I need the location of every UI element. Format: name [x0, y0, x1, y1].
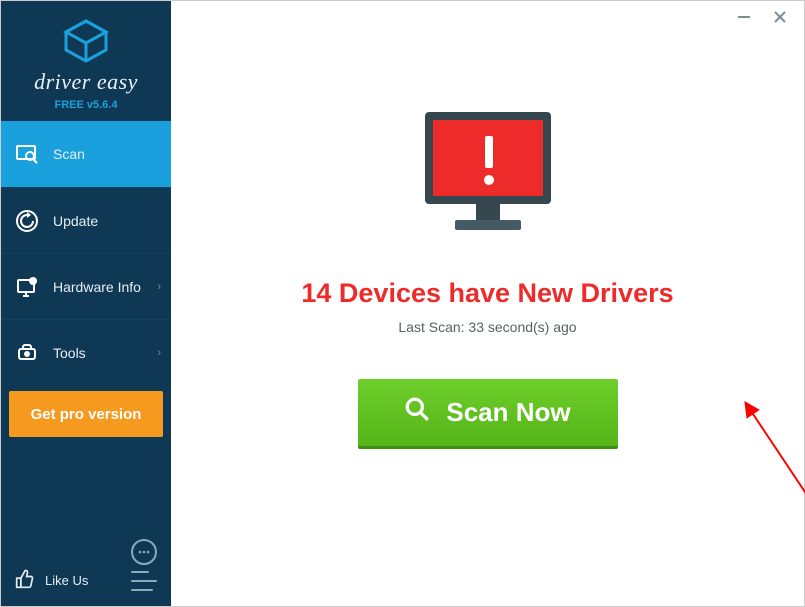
sidebar-nav: Scan Update — [1, 121, 171, 385]
chevron-right-icon: › — [157, 281, 161, 293]
sidebar-item-label: Scan — [53, 146, 85, 162]
alert-monitor-icon — [413, 106, 563, 246]
sidebar-item-scan[interactable]: Scan — [1, 121, 171, 187]
brand-logo-icon — [7, 19, 165, 63]
hardware-icon: i — [15, 275, 39, 299]
update-icon — [15, 209, 39, 233]
titlebar — [734, 1, 804, 35]
like-us-label: Like Us — [45, 573, 88, 588]
feedback-icon[interactable] — [131, 539, 157, 565]
thumbs-up-icon — [15, 569, 35, 592]
sidebar-item-tools[interactable]: Tools › — [1, 319, 171, 385]
sidebar-item-label: Hardware Info — [53, 279, 141, 295]
scan-now-button[interactable]: Scan Now — [358, 379, 618, 449]
close-button[interactable] — [770, 7, 790, 27]
chevron-right-icon: › — [157, 347, 161, 359]
search-icon — [404, 396, 430, 429]
get-pro-button[interactable]: Get pro version — [9, 391, 163, 437]
brand-block: driver easy FREE v5.6.4 — [1, 1, 171, 121]
last-scan-text: Last Scan: 33 second(s) ago — [398, 319, 576, 335]
sidebar: driver easy FREE v5.6.4 Scan — [1, 1, 171, 606]
like-us-button[interactable]: Like Us — [15, 569, 88, 592]
status-area: 14 Devices have New Drivers Last Scan: 3… — [301, 106, 673, 449]
headline-text: 14 Devices have New Drivers — [301, 278, 673, 309]
minimize-button[interactable] — [734, 7, 754, 27]
main-panel: 14 Devices have New Drivers Last Scan: 3… — [171, 1, 804, 606]
sidebar-footer: Like Us — [1, 539, 171, 606]
sidebar-item-label: Tools — [53, 345, 86, 361]
brand-version: FREE v5.6.4 — [7, 99, 165, 111]
app-window: driver easy FREE v5.6.4 Scan — [1, 1, 804, 606]
tools-icon — [15, 341, 39, 365]
scan-icon — [15, 142, 39, 166]
sidebar-item-update[interactable]: Update — [1, 187, 171, 253]
scan-now-label: Scan Now — [446, 397, 570, 428]
menu-icon[interactable] — [131, 571, 157, 591]
sidebar-item-hardware[interactable]: i Hardware Info › — [1, 253, 171, 319]
annotation-arrow-icon — [741, 401, 805, 511]
brand-name: driver easy — [7, 69, 165, 95]
sidebar-item-label: Update — [53, 213, 98, 229]
